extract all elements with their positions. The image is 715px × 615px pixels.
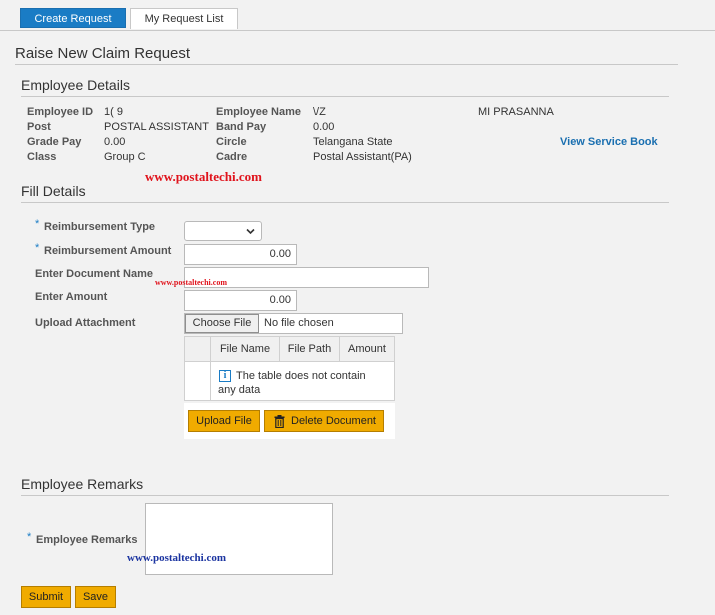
tab-bar: Create Request My Request List <box>0 0 715 31</box>
grade-pay-value: 0.00 <box>104 136 126 148</box>
cadre-label: Cadre <box>216 151 248 163</box>
title-divider <box>15 64 678 65</box>
save-button[interactable]: Save <box>75 586 116 608</box>
grade-pay-label: Grade Pay <box>27 136 82 148</box>
watermark-bottom: www.postaltechi.com <box>127 552 226 564</box>
required-marker: * <box>35 218 40 230</box>
employee-name-value-2: MI PRASANNA <box>478 106 554 118</box>
band-pay-value: 0.00 <box>313 121 335 133</box>
reimbursement-type-select[interactable] <box>184 221 262 241</box>
empty-table-message: The table does not contain any data <box>218 370 366 396</box>
band-pay-label: Band Pay <box>216 121 267 133</box>
chevron-down-icon <box>246 228 255 235</box>
submit-button[interactable]: Submit <box>21 586 71 608</box>
employee-id-value: 1( 9 <box>104 106 123 118</box>
table-divider <box>210 362 211 400</box>
class-label: Class <box>27 151 57 163</box>
enter-amount-label: Enter Amount <box>35 291 108 303</box>
table-actions-panel: Upload File Delete Document <box>184 403 395 439</box>
column-header-amount: Amount <box>340 337 394 362</box>
reimbursement-amount-input[interactable]: 0.00 <box>184 244 297 265</box>
tab-my-request-list[interactable]: My Request List <box>130 8 238 29</box>
choose-file-button[interactable]: Choose File <box>185 314 259 333</box>
tab-create-request[interactable]: Create Request <box>20 8 126 28</box>
row-selector-header <box>185 337 211 362</box>
employee-remarks-heading: Employee Remarks <box>21 476 144 492</box>
employee-remarks-textarea[interactable] <box>145 503 333 575</box>
employee-remarks-divider <box>21 495 669 496</box>
view-service-book-link[interactable]: View Service Book <box>560 136 658 148</box>
watermark-text: www.postaltechi.com <box>145 169 262 184</box>
column-header-file-name: File Name <box>211 337 280 362</box>
trash-icon <box>274 415 285 428</box>
required-marker: * <box>27 531 32 543</box>
employee-name-label: Employee Name <box>216 106 301 118</box>
document-name-label: Enter Document Name <box>35 268 153 280</box>
class-value: Group C <box>104 151 146 163</box>
attachments-table: File Name File Path Amount i The table d… <box>184 336 395 401</box>
employee-id-label: Employee ID <box>27 106 94 118</box>
watermark-small: www.postaltechi.com <box>155 278 227 287</box>
fill-details-heading: Fill Details <box>21 183 86 199</box>
reimbursement-amount-label: Reimbursement Amount <box>44 245 172 257</box>
employee-details-heading: Employee Details <box>21 77 130 93</box>
cadre-value: Postal Assistant(PA) <box>313 151 412 163</box>
circle-label: Circle <box>216 136 247 148</box>
enter-amount-input[interactable]: 0.00 <box>184 290 297 311</box>
employee-name-value: \/Z <box>313 106 326 118</box>
employee-details-divider <box>21 96 669 97</box>
reimbursement-type-label: Reimbursement Type <box>44 221 156 233</box>
upload-attachment-label: Upload Attachment <box>35 317 136 329</box>
upload-file-button[interactable]: Upload File <box>188 410 260 432</box>
page-title: Raise New Claim Request <box>15 45 191 62</box>
required-marker: * <box>35 242 40 254</box>
post-value: POSTAL ASSISTANT <box>104 121 209 133</box>
circle-value: Telangana State <box>313 136 393 148</box>
fill-details-divider <box>21 202 669 203</box>
delete-document-button[interactable]: Delete Document <box>264 410 384 432</box>
no-file-chosen-text: No file chosen <box>264 317 334 329</box>
column-header-file-path: File Path <box>280 337 340 362</box>
employee-remarks-label: Employee Remarks <box>36 534 138 546</box>
post-label: Post <box>27 121 51 133</box>
delete-document-label: Delete Document <box>291 415 376 427</box>
